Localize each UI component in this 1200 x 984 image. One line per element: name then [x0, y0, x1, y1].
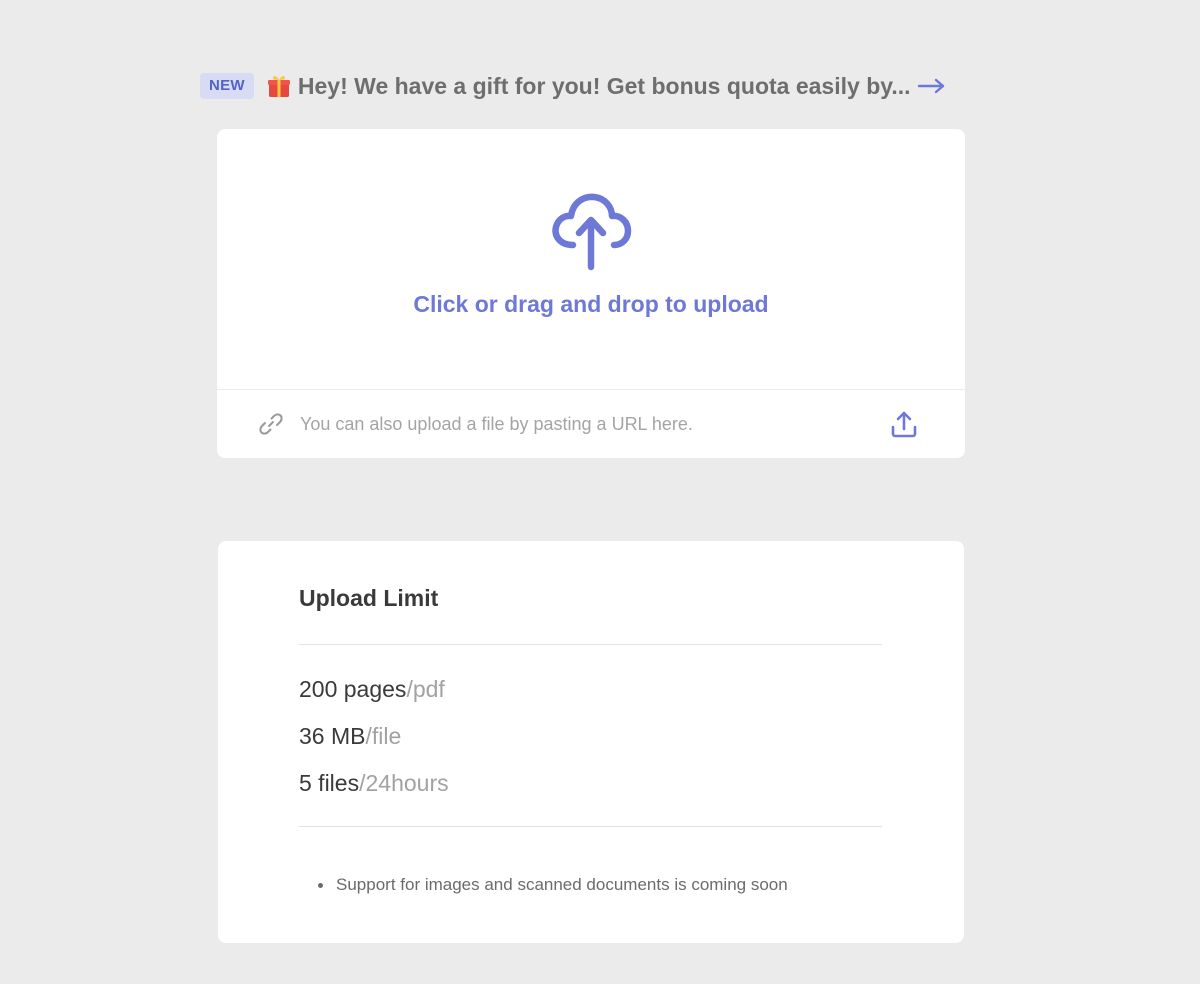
limit-unit: /file	[365, 723, 402, 749]
upload-limit-card: Upload Limit 200 pages/pdf 36 MB/file 5 …	[218, 541, 964, 943]
new-badge: NEW	[200, 73, 254, 99]
limit-unit: /pdf	[406, 676, 445, 702]
limit-list: 200 pages/pdf 36 MB/file 5 files/24hours	[299, 674, 449, 815]
support-note: Support for images and scanned documents…	[318, 875, 788, 895]
limit-title: Upload Limit	[299, 585, 439, 611]
limit-value: 5 files	[299, 770, 360, 796]
limit-value: 200 pages	[299, 676, 407, 702]
limit-value: 36 MB	[299, 723, 366, 749]
limit-item-files: 5 files/24hours	[299, 768, 449, 815]
link-icon	[257, 410, 285, 438]
upload-dropzone[interactable]: Click or drag and drop to upload	[217, 129, 965, 389]
banner-text[interactable]: Hey! We have a gift for you! Get bonus q…	[298, 73, 911, 100]
divider	[299, 644, 882, 645]
gift-icon	[266, 73, 292, 99]
dropzone-label: Click or drag and drop to upload	[413, 291, 769, 317]
cloud-upload-icon	[548, 187, 634, 273]
url-input[interactable]	[300, 413, 889, 435]
announcement-banner[interactable]: NEW Hey! We have a gift for you! Get bon…	[200, 70, 947, 102]
support-note-text: Support for images and scanned documents…	[336, 875, 788, 894]
limit-item-pages: 200 pages/pdf	[299, 674, 449, 721]
bullet-icon	[318, 882, 323, 888]
upload-card: Click or drag and drop to upload	[217, 129, 965, 458]
upload-icon[interactable]	[889, 409, 919, 439]
page: NEW Hey! We have a gift for you! Get bon…	[0, 0, 1200, 984]
limit-unit: /24hours	[359, 770, 449, 796]
limit-item-size: 36 MB/file	[299, 721, 449, 768]
divider	[299, 826, 882, 827]
arrow-right-icon[interactable]	[917, 76, 947, 96]
url-upload-row	[217, 389, 965, 458]
